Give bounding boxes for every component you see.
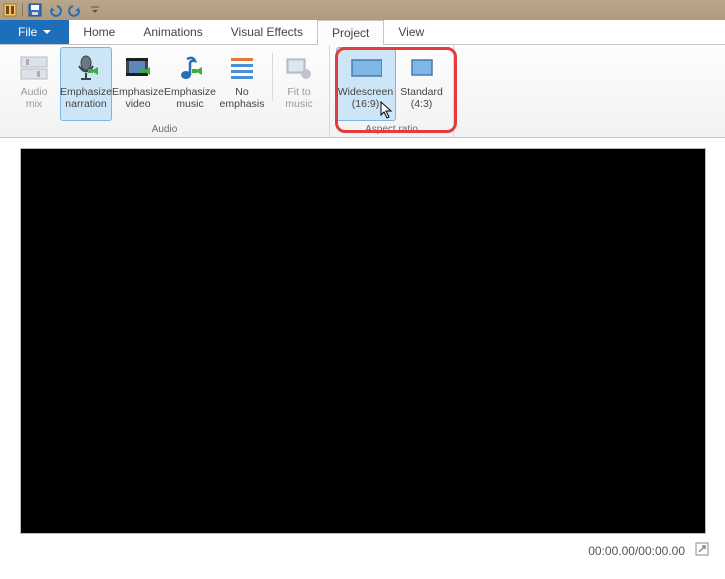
fit-to-music-button[interactable]: Fit to music <box>277 47 321 121</box>
equalizer-icon <box>226 52 258 84</box>
video-preview[interactable] <box>20 148 706 534</box>
emphasize-video-line1: Emphasize <box>112 86 164 98</box>
tab-visual-effects[interactable]: Visual Effects <box>217 20 317 44</box>
tab-project[interactable]: Project <box>317 20 384 45</box>
widescreen-line2: (16:9) <box>352 98 379 110</box>
time-counter: 00:00.00/00:00.00 <box>588 544 685 558</box>
widescreen-icon <box>350 52 382 84</box>
music-note-icon <box>174 52 206 84</box>
group-audio: Audio mix Emphasize narration Emphasize … <box>0 45 330 137</box>
filmstrip-icon <box>122 52 154 84</box>
group-aspect-ratio: Widescreen (16:9) Standard (4:3) Aspect … <box>330 45 454 137</box>
widescreen-line1: Widescreen <box>338 86 393 98</box>
tab-file[interactable]: File <box>0 20 69 44</box>
fit-to-music-line2: music <box>285 98 312 110</box>
tab-project-label: Project <box>332 26 369 40</box>
emphasize-video-line2: video <box>125 98 150 110</box>
tab-home-label: Home <box>83 25 115 39</box>
emphasize-narration-line2: narration <box>65 98 106 110</box>
standard-button[interactable]: Standard (4:3) <box>396 47 448 121</box>
group-audio-label: Audio <box>2 124 327 137</box>
widescreen-button[interactable]: Widescreen (16:9) <box>336 47 396 121</box>
tab-animations[interactable]: Animations <box>129 20 216 44</box>
tab-strip: File Home Animations Visual Effects Proj… <box>0 20 725 45</box>
qat-customize-icon[interactable] <box>87 2 103 18</box>
standard-line1: Standard <box>400 86 443 98</box>
standard-line2: (4:3) <box>411 98 433 110</box>
ribbon: Audio mix Emphasize narration Emphasize … <box>0 45 725 138</box>
tab-view[interactable]: View <box>384 20 438 44</box>
microphone-icon <box>70 52 102 84</box>
emphasize-music-button[interactable]: Emphasize music <box>164 47 216 121</box>
audio-mix-line2: mix <box>26 98 42 110</box>
tab-animations-label: Animations <box>143 25 202 39</box>
undo-icon[interactable] <box>47 2 63 18</box>
status-bar: 00:00.00/00:00.00 <box>0 538 725 559</box>
fullscreen-icon[interactable] <box>695 542 709 559</box>
audio-mix-line1: Audio <box>21 86 48 98</box>
group-aspect-label: Aspect ratio <box>332 124 451 137</box>
emphasize-music-line2: music <box>176 98 203 110</box>
emphasize-narration-button[interactable]: Emphasize narration <box>60 47 112 121</box>
save-icon[interactable] <box>27 2 43 18</box>
redo-icon[interactable] <box>67 2 83 18</box>
tab-view-label: View <box>398 25 424 39</box>
fit-to-music-icon <box>283 52 315 84</box>
audio-mix-icon <box>18 52 50 84</box>
emphasize-narration-line1: Emphasize <box>60 86 112 98</box>
tab-visual-effects-label: Visual Effects <box>231 25 303 39</box>
title-bar <box>0 0 725 20</box>
no-emphasis-line1: No <box>235 86 248 98</box>
fit-to-music-line1: Fit to <box>287 86 310 98</box>
tab-home[interactable]: Home <box>69 20 129 44</box>
standard-icon <box>406 52 438 84</box>
tab-file-label: File <box>18 25 37 39</box>
audio-mix-button[interactable]: Audio mix <box>8 47 60 121</box>
divider <box>272 53 273 101</box>
app-icon <box>2 2 18 18</box>
no-emphasis-button[interactable]: No emphasis <box>216 47 268 121</box>
emphasize-video-button[interactable]: Emphasize video <box>112 47 164 121</box>
no-emphasis-line2: emphasis <box>220 98 265 110</box>
emphasize-music-line1: Emphasize <box>164 86 216 98</box>
stage <box>0 138 725 538</box>
